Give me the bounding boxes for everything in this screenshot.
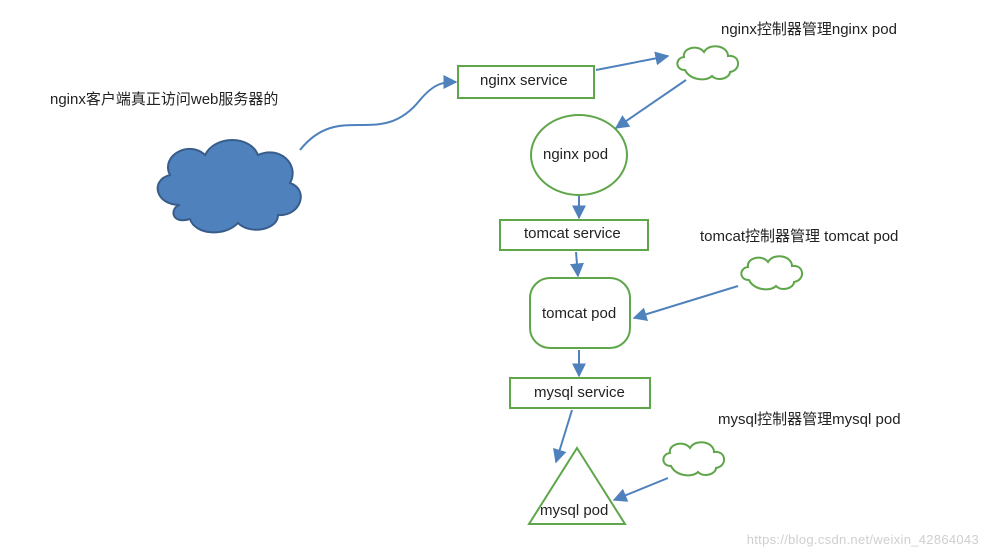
- arrow-mysql-service-to-pod: [556, 410, 572, 462]
- arrow-mysql-controller-to-pod: [614, 478, 668, 500]
- client-cloud: [158, 140, 301, 232]
- tomcat-service-text: tomcat service: [524, 225, 621, 242]
- nginx-pod-text: nginx pod: [543, 146, 608, 163]
- client-label: nginx客户端真正访问web服务器的: [50, 88, 278, 109]
- tomcat-controller-label: tomcat控制器管理 tomcat pod: [700, 225, 898, 246]
- arrow-client-to-nginx-service: [300, 82, 456, 150]
- mysql-pod-text: mysql pod: [540, 502, 608, 519]
- nginx-service-text: nginx service: [480, 72, 568, 89]
- mysql-controller-label: mysql控制器管理mysql pod: [718, 408, 901, 429]
- arrow-nginx-service-to-controller: [596, 56, 668, 70]
- tomcat-controller-cloud: [741, 256, 802, 289]
- arrow-tomcat-controller-to-pod: [634, 286, 738, 318]
- arrow-tomcat-service-to-pod: [576, 252, 578, 276]
- mysql-controller-cloud: [663, 442, 724, 475]
- nginx-controller-label: nginx控制器管理nginx pod: [721, 18, 897, 39]
- arrow-nginx-controller-to-pod: [616, 80, 686, 128]
- watermark: https://blog.csdn.net/weixin_42864043: [747, 532, 979, 547]
- tomcat-pod-text: tomcat pod: [542, 305, 616, 322]
- mysql-service-text: mysql service: [534, 384, 625, 401]
- nginx-controller-cloud: [677, 46, 738, 79]
